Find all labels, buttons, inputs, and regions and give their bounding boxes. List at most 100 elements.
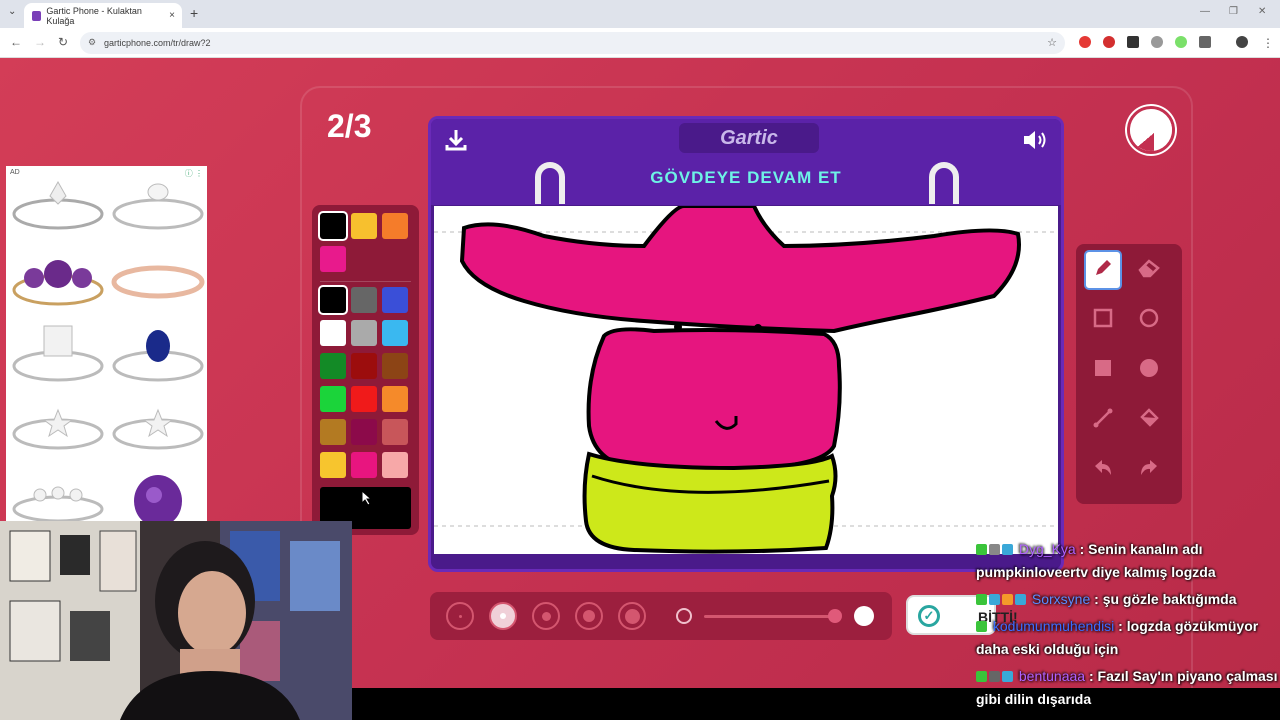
brush-size-option[interactable]	[532, 602, 560, 630]
color-swatch[interactable]	[382, 320, 408, 346]
chat-badge-icon	[989, 594, 1000, 605]
extension-icon[interactable]	[1151, 36, 1163, 48]
redo-tool[interactable]	[1130, 450, 1168, 490]
color-swatch[interactable]	[382, 287, 408, 313]
ring-image[interactable]	[10, 172, 106, 242]
site-info-icon[interactable]: ⚙	[88, 37, 96, 48]
chat-badge-icon	[976, 621, 987, 632]
new-tab-button[interactable]: +	[190, 5, 198, 21]
undo-tool[interactable]	[1084, 450, 1122, 490]
ring-image[interactable]	[10, 320, 106, 390]
brush-size-option[interactable]	[446, 602, 474, 630]
ring-image[interactable]	[10, 394, 106, 464]
tab-search-icon[interactable]: ⌄	[8, 6, 16, 17]
download-icon[interactable]	[443, 127, 469, 153]
eraser-tool[interactable]	[1130, 250, 1168, 290]
browser-menu-icon[interactable]: ⋮	[1262, 36, 1274, 50]
brush-size-dot	[624, 608, 640, 624]
opacity-slider-handle[interactable]	[828, 609, 842, 623]
color-swatch[interactable]	[351, 353, 377, 379]
minimize-icon[interactable]: —	[1200, 6, 1210, 17]
window-close-icon[interactable]: ✕	[1258, 6, 1266, 17]
extension-icon[interactable]	[1079, 36, 1091, 48]
ellipse-fill-tool[interactable]	[1130, 350, 1168, 390]
profile-avatar[interactable]	[1236, 36, 1248, 48]
color-swatch[interactable]	[351, 287, 377, 313]
color-swatch[interactable]	[351, 452, 377, 478]
recent-color-swatch[interactable]	[320, 246, 346, 272]
browser-tab-bar: ⌄ Gartic Phone - Kulaktan Kulağa × + — ❐…	[0, 0, 1280, 28]
webcam-overlay	[0, 521, 352, 720]
chat-username: Dyg_Kya	[1018, 541, 1076, 557]
recent-color-swatch[interactable]	[382, 213, 408, 239]
color-swatch[interactable]	[382, 386, 408, 412]
color-swatch[interactable]	[318, 285, 348, 315]
ring-image[interactable]	[110, 394, 206, 464]
tool-panel	[1076, 244, 1182, 504]
sound-icon[interactable]	[1021, 127, 1049, 153]
ring-image[interactable]	[110, 172, 206, 242]
chat-username: bentunaaa	[1018, 668, 1086, 684]
ring-image[interactable]	[110, 246, 206, 316]
forward-icon[interactable]: →	[34, 35, 46, 49]
color-swatch[interactable]	[351, 419, 377, 445]
drawing-artwork	[434, 204, 1058, 554]
recent-color-swatch[interactable]	[318, 211, 348, 241]
back-icon[interactable]: ←	[10, 35, 22, 49]
reload-icon[interactable]: ↻	[58, 35, 68, 49]
gartic-favicon-icon	[32, 10, 42, 21]
color-swatch[interactable]	[320, 386, 346, 412]
restore-icon[interactable]: ❐	[1229, 6, 1238, 17]
brush-size-option[interactable]	[575, 602, 603, 630]
brush-size-option[interactable]	[618, 602, 646, 630]
chat-badge-icon	[976, 544, 987, 555]
browser-tab[interactable]: Gartic Phone - Kulaktan Kulağa ×	[24, 3, 182, 28]
chat-username: kodumunmuhendisi	[992, 618, 1115, 634]
url-field[interactable]: ⚙ garticphone.com/tr/draw?2 ☆	[80, 32, 1065, 54]
chat-text: şu gözle baktığımda	[1102, 591, 1237, 607]
opacity-max-indicator	[854, 606, 874, 626]
board-ring-right	[929, 162, 959, 204]
color-swatch[interactable]	[382, 452, 408, 478]
chat-badge-icon	[989, 544, 1000, 555]
extension-icon[interactable]	[1127, 36, 1139, 48]
recent-color-swatch[interactable]	[351, 213, 377, 239]
brush-size-dot	[458, 614, 462, 618]
ring-image[interactable]	[10, 246, 106, 316]
chat-message: bentunaaa : Fazıl Say'ın piyano çalması …	[976, 668, 1278, 707]
color-swatch[interactable]	[320, 320, 346, 346]
brush-size-dot	[500, 613, 506, 619]
color-swatch[interactable]	[320, 452, 346, 478]
opacity-slider-track[interactable]	[704, 615, 838, 618]
chat-badge-icon	[976, 671, 987, 682]
ad-banner[interactable]: AD ⓘ ⋮	[6, 166, 207, 527]
line-tool[interactable]	[1084, 400, 1122, 440]
rectangle-outline-tool[interactable]	[1084, 300, 1122, 340]
board-ring-left	[535, 162, 565, 204]
extension-icon[interactable]	[1103, 36, 1115, 48]
chat-badge-icon	[1015, 594, 1026, 605]
circle-outline-icon	[1139, 308, 1159, 333]
color-swatch[interactable]	[382, 419, 408, 445]
drawing-instruction: GÖVDEYE DEVAM ET	[650, 168, 842, 187]
rectangle-fill-tool[interactable]	[1084, 350, 1122, 390]
fill-bucket-tool[interactable]	[1130, 400, 1168, 440]
webcam-image	[0, 521, 352, 720]
ring-image[interactable]	[110, 320, 206, 390]
extension-icon[interactable]	[1175, 36, 1187, 48]
extensions-puzzle-icon[interactable]	[1199, 36, 1211, 48]
brush-size-option[interactable]	[489, 602, 517, 630]
color-swatch[interactable]	[382, 353, 408, 379]
brush-size-dot	[541, 611, 551, 621]
bookmark-star-icon[interactable]: ☆	[1047, 36, 1057, 49]
pencil-tool[interactable]	[1084, 250, 1122, 290]
brush-settings-bar	[430, 592, 892, 640]
color-swatch[interactable]	[351, 320, 377, 346]
chat-badge-icon	[1002, 594, 1013, 605]
color-swatch[interactable]	[320, 353, 346, 379]
ellipse-outline-tool[interactable]	[1130, 300, 1168, 340]
color-swatch[interactable]	[320, 419, 346, 445]
drawing-canvas[interactable]	[434, 204, 1058, 554]
tab-close-icon[interactable]: ×	[169, 10, 175, 21]
color-swatch[interactable]	[351, 386, 377, 412]
